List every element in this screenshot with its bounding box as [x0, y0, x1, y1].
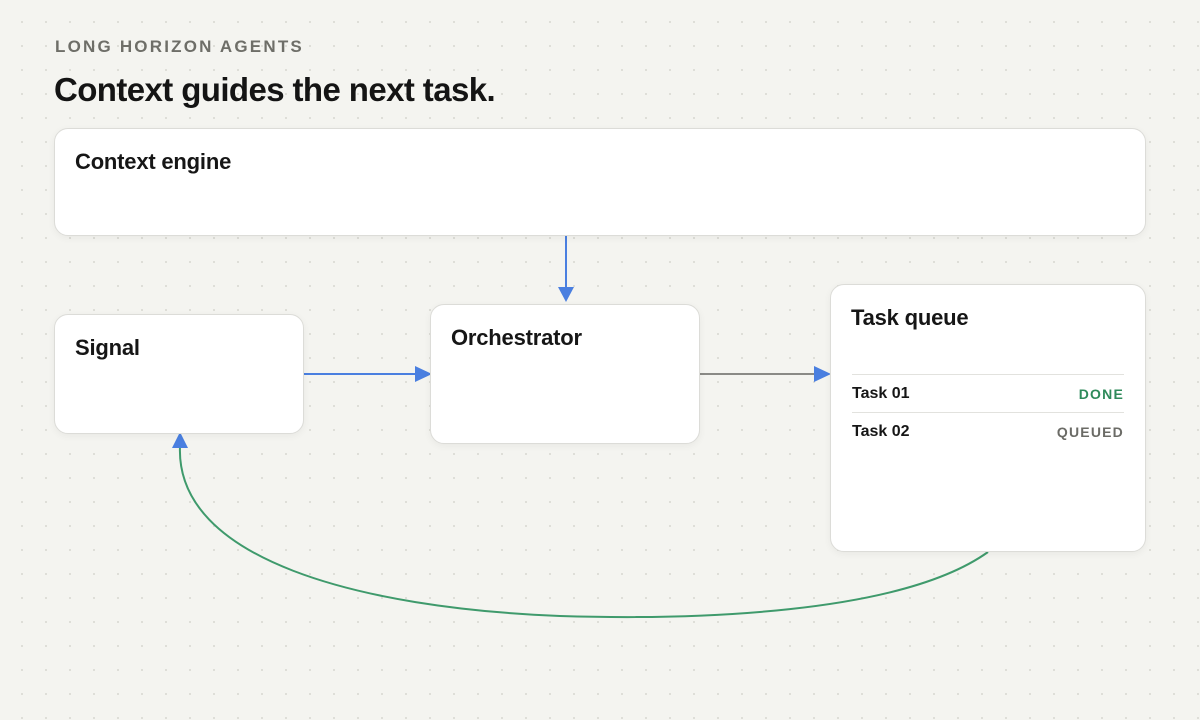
arrowhead-orchestrator-to-queue: [814, 366, 831, 382]
task-row-02: Task 02 QUEUED: [852, 412, 1124, 450]
arrowhead-context-to-orchestrator: [558, 287, 574, 302]
context-engine-node: Context engine: [54, 128, 1146, 236]
signal-node: Signal: [54, 314, 304, 434]
task-status-badge: DONE: [1078, 385, 1124, 402]
arrowhead-queue-to-signal: [172, 432, 188, 448]
task-list: Task 01 DONE Task 02 QUEUED: [852, 374, 1124, 450]
task-name: Task 01: [852, 384, 910, 402]
task-queue-node: Task queue Task 01 DONE Task 02 QUEUED: [830, 284, 1146, 552]
eyebrow-label: LONG HORIZON AGENTS: [55, 37, 304, 56]
orchestrator-node: Orchestrator: [430, 304, 700, 444]
orchestrator-title: Orchestrator: [451, 325, 582, 350]
page-title: Context guides the next task.: [54, 71, 496, 108]
context-engine-title: Context engine: [75, 149, 232, 174]
signal-title: Signal: [75, 335, 140, 360]
task-name: Task 02: [852, 422, 910, 440]
task-queue-title: Task queue: [851, 305, 969, 330]
task-row-01: Task 01 DONE: [852, 374, 1124, 412]
task-status-badge: QUEUED: [1056, 423, 1124, 440]
